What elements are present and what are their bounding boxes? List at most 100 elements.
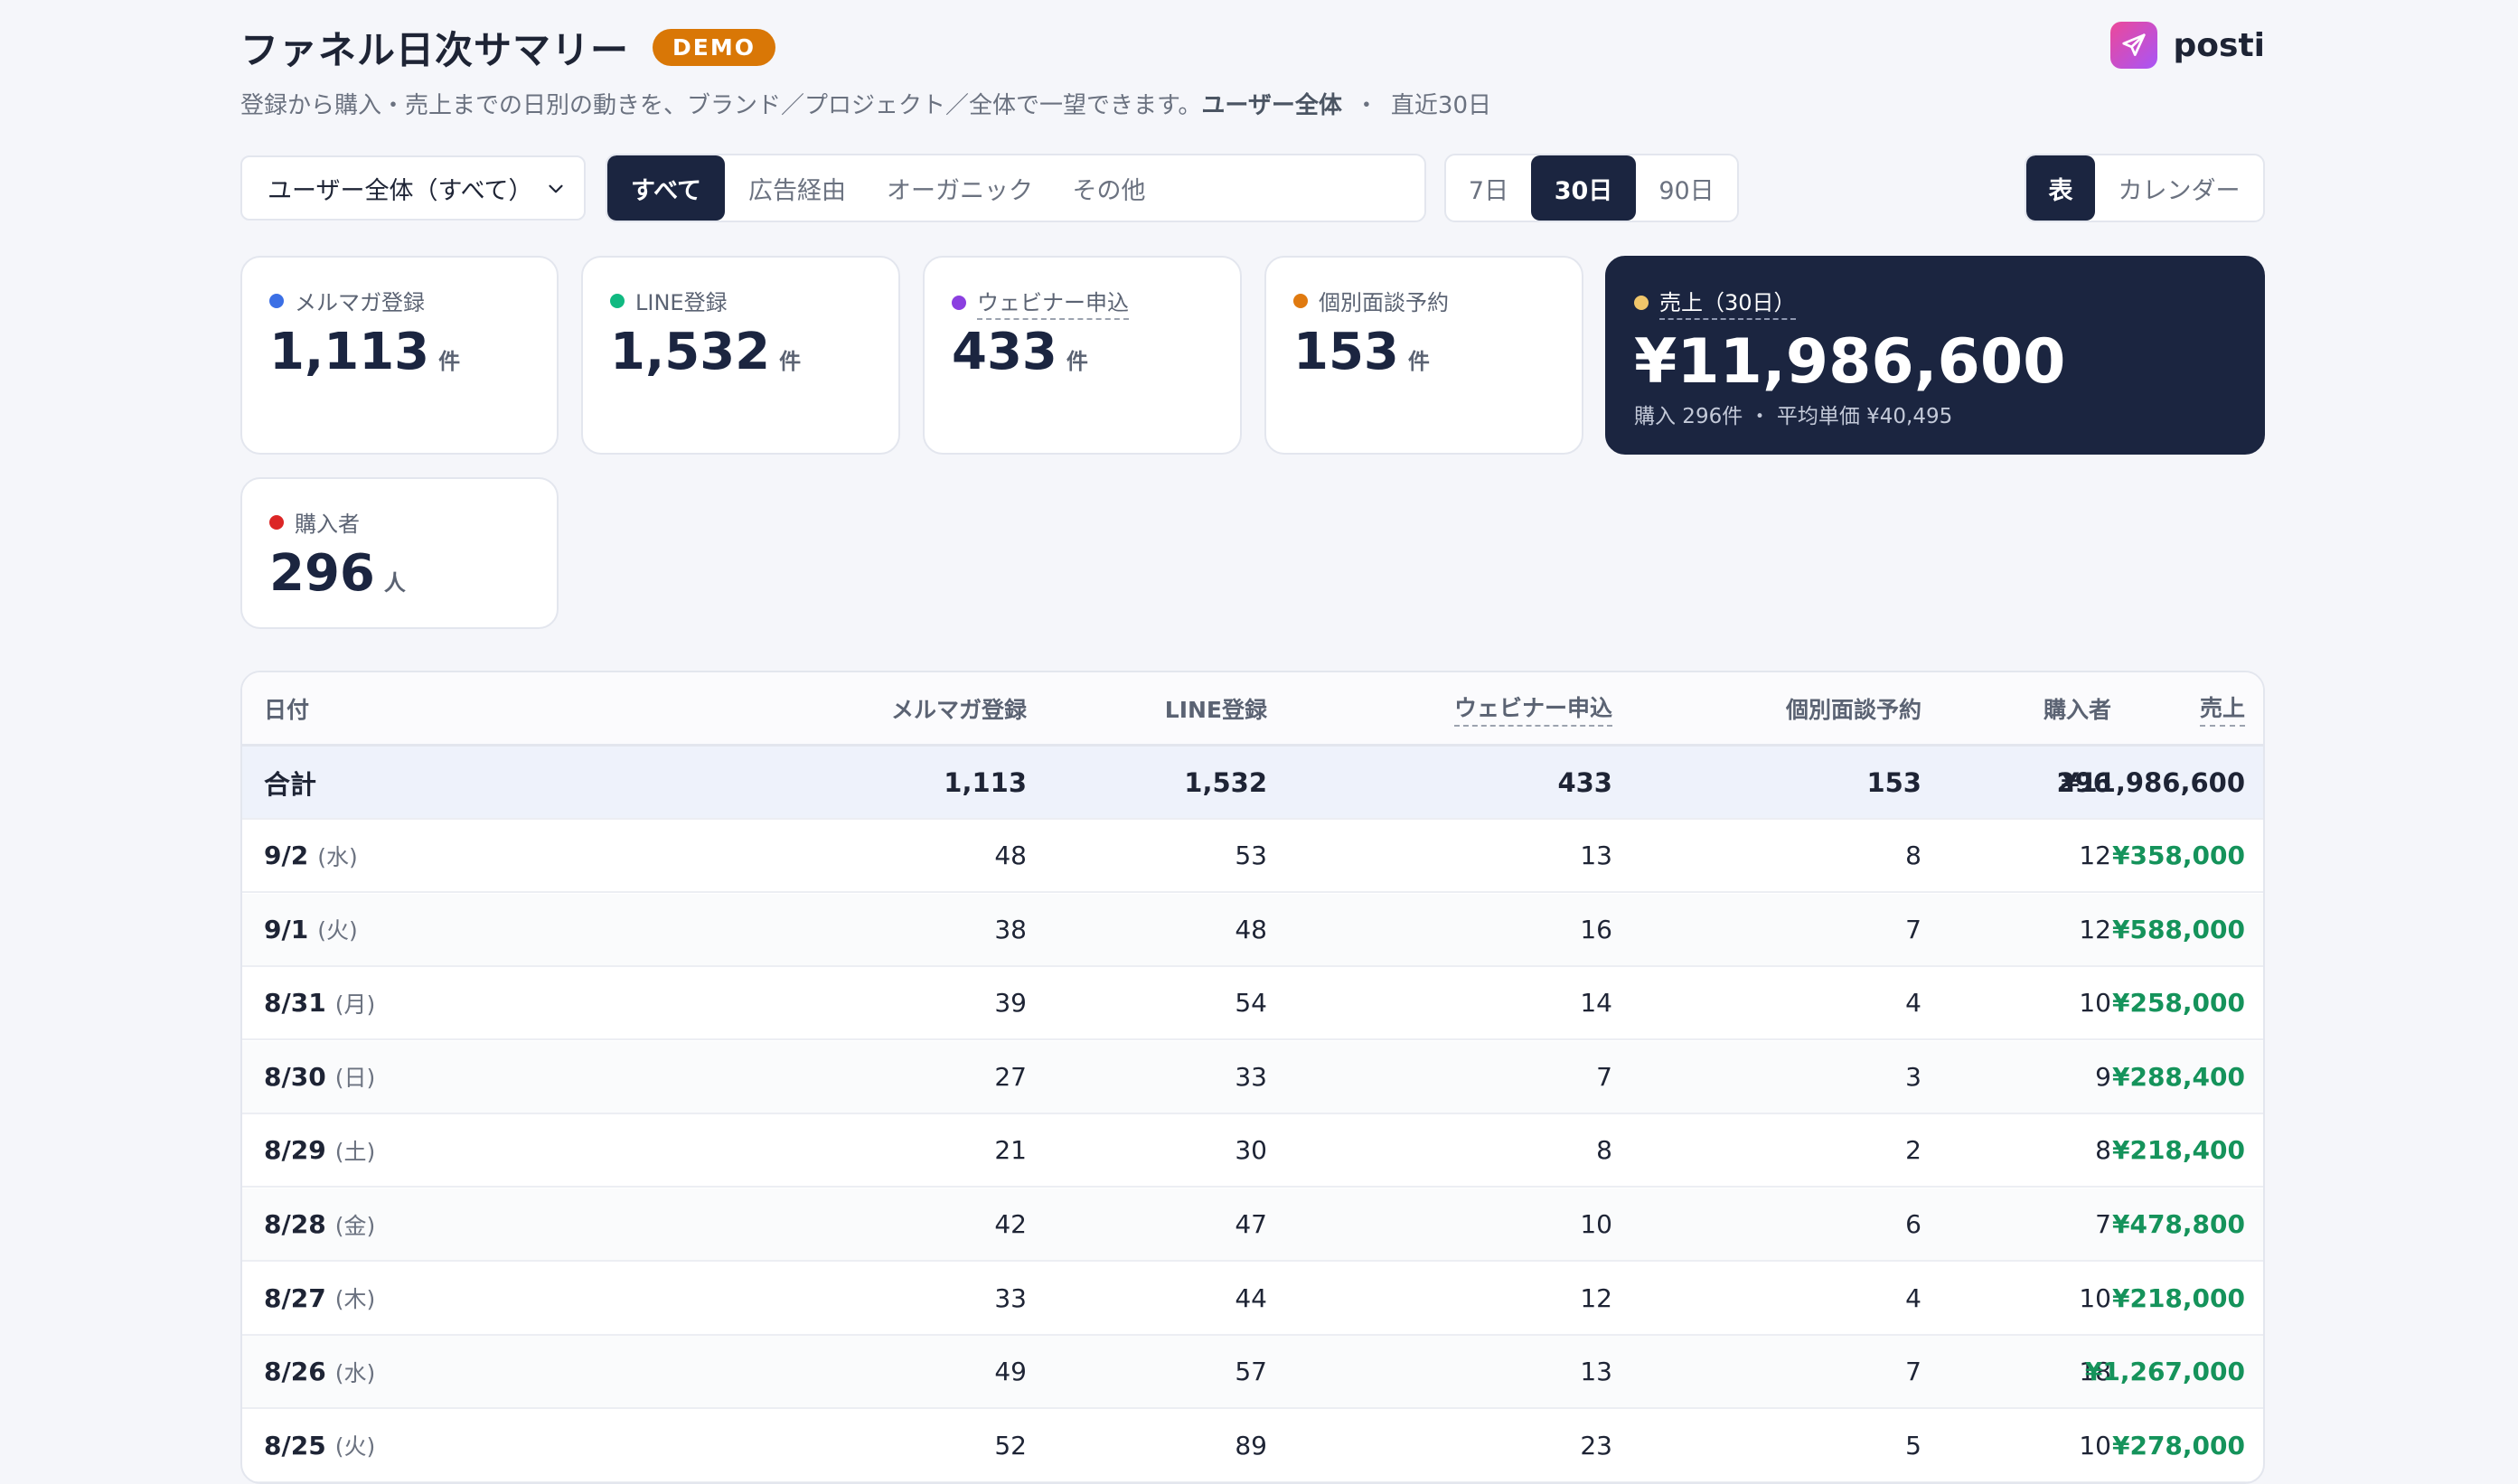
row-date-value: 8/25 [264, 1430, 326, 1461]
user-scope-select[interactable]: ユーザー全体（すべて） [240, 155, 586, 221]
row-newsletter: 27 [994, 1061, 1027, 1092]
row-date-value: 8/30 [264, 1061, 326, 1092]
kpi-value: 1,113 件 [269, 323, 460, 381]
row-webinar: 13 [1580, 841, 1612, 870]
kpi-unit: 件 [1407, 349, 1430, 374]
brand[interactable]: posti [2109, 20, 2265, 70]
row-newsletter: 49 [994, 1357, 1027, 1387]
row-newsletter: 48 [994, 841, 1027, 870]
row-sales: ¥258,000 [2111, 988, 2245, 1019]
row-newsletter: 52 [994, 1430, 1027, 1461]
column-header-sales-text: 売上 [2199, 690, 2245, 727]
row-weekday: (水) [317, 843, 358, 870]
kpi-label-text[interactable]: ウェビナー申込 [977, 285, 1129, 320]
row-webinar: 10 [1580, 1209, 1612, 1239]
row-date: 8/26 (水) [264, 1336, 375, 1407]
row-line: 30 [1235, 1135, 1267, 1166]
view-option-table[interactable]: 表 [2026, 155, 2095, 221]
column-header-line[interactable]: LINE登録 [1165, 672, 1267, 744]
source-option-all[interactable]: すべて [607, 155, 725, 221]
source-filter: すべて 広告経由 オーガニック その他 [606, 154, 1426, 222]
column-header-webinar[interactable]: ウェビナー申込 [1453, 672, 1612, 744]
row-weekday: (火) [317, 917, 358, 944]
row-date-value: 8/27 [264, 1282, 326, 1313]
table-row: 8/25 (火) 52 89 23 5 10 ¥278,000 [242, 1410, 2263, 1482]
source-option-ads[interactable]: 広告経由 [725, 155, 869, 221]
range-option-90d[interactable]: 90日 [1636, 155, 1737, 221]
row-line: 53 [1235, 841, 1267, 870]
kpi-card-buyers: 購入者 296 人 [240, 477, 559, 629]
range-filter: 7日 30日 90日 [1444, 154, 1739, 222]
kpi-label-text[interactable]: 売上（30日） [1659, 285, 1796, 320]
total-sales: ¥11,986,600 [2061, 766, 2245, 798]
blue-dot-icon [269, 293, 284, 308]
row-newsletter: 38 [994, 914, 1027, 944]
table-row: 8/28 (金) 42 47 10 6 7 ¥478,800 [242, 1188, 2263, 1262]
row-consult: 2 [1905, 1135, 1921, 1166]
kpi-unit: 件 [1066, 349, 1088, 374]
green-dot-icon [610, 293, 625, 308]
column-header-buyers[interactable]: 購入者 [2044, 672, 2111, 744]
row-newsletter: 21 [994, 1135, 1027, 1166]
row-date: 8/28 (金) [264, 1188, 375, 1260]
kpi-label-text: LINE登録 [635, 290, 728, 315]
row-newsletter: 42 [994, 1209, 1027, 1239]
kpi-unit: 件 [438, 349, 461, 374]
row-newsletter: 33 [994, 1282, 1027, 1313]
column-header-sales[interactable]: 売上 [2199, 672, 2245, 744]
row-date-value: 9/2 [264, 841, 309, 870]
range-option-30d[interactable]: 30日 [1531, 155, 1636, 221]
daily-summary-table: 日付 メルマガ登録 LINE登録 ウェビナー申込 個別面談予約 購入者 売上 合… [240, 671, 2265, 1484]
kpi-label: ウェビナー申込 [952, 285, 1129, 320]
row-weekday: (土) [334, 1138, 376, 1165]
row-buyers: 12 [2079, 914, 2111, 944]
row-newsletter: 39 [994, 988, 1027, 1019]
source-option-other[interactable]: その他 [1050, 155, 1168, 221]
row-webinar: 14 [1580, 988, 1612, 1019]
view-option-calendar[interactable]: カレンダー [2095, 155, 2263, 221]
page-subtitle: 登録から購入・売上までの日別の動きを、ブランド／プロジェクト／全体で一望できます… [240, 87, 1491, 120]
row-sales: ¥288,400 [2111, 1061, 2245, 1092]
kpi-unit: 人 [383, 570, 406, 596]
kpi-card-sales: 売上（30日） ¥11,986,600 購入 296件 ・ 平均単価 ¥40,4… [1605, 256, 2265, 455]
subtitle-text: 登録から購入・売上までの日別の動きを、ブランド／プロジェクト／全体で一望できます… [240, 92, 1202, 119]
table-row: 9/2 (水) 48 53 13 8 12 ¥358,000 [242, 820, 2263, 893]
total-consult: 153 [1866, 766, 1921, 798]
range-option-7d[interactable]: 7日 [1446, 155, 1531, 221]
column-header-consult[interactable]: 個別面談予約 [1786, 672, 1921, 744]
kpi-card-line: LINE登録 1,532 件 [581, 256, 900, 455]
total-webinar: 433 [1557, 766, 1612, 798]
row-line: 54 [1235, 988, 1267, 1019]
row-weekday: (水) [334, 1359, 376, 1386]
row-date: 8/30 (日) [264, 1041, 375, 1113]
kpi-label: メルマガ登録 [269, 285, 425, 316]
row-date: 8/27 (木) [264, 1263, 375, 1334]
row-buyers: 7 [2095, 1209, 2111, 1239]
table-row: 9/1 (火) 38 48 16 7 12 ¥588,000 [242, 893, 2263, 967]
subtitle-period: 直近30日 [1390, 92, 1491, 119]
red-dot-icon [269, 514, 284, 530]
column-header-newsletter[interactable]: メルマガ登録 [891, 672, 1027, 744]
chevron-down-icon [544, 177, 568, 207]
row-webinar: 8 [1596, 1135, 1612, 1166]
kpi-number: 296 [269, 544, 375, 603]
row-sales: ¥588,000 [2111, 914, 2245, 944]
row-buyers: 8 [2095, 1135, 2111, 1166]
kpi-sales-detail: 購入 296件 ・ 平均単価 ¥40,495 [1634, 405, 1953, 428]
title-row: ファネル日次サマリー DEMO [240, 20, 775, 74]
table-row: 8/30 (日) 27 33 7 3 9 ¥288,400 [242, 1040, 2263, 1114]
row-date: 9/1 (火) [264, 894, 358, 965]
row-line: 44 [1235, 1282, 1267, 1313]
row-weekday: (金) [334, 1212, 376, 1239]
kpi-value: 1,532 件 [610, 323, 801, 381]
row-weekday: (月) [334, 991, 376, 1018]
kpi-number: 153 [1293, 323, 1399, 381]
kpi-value: 296 人 [269, 544, 406, 603]
kpi-number: 433 [952, 323, 1057, 381]
column-header-date[interactable]: 日付 [264, 672, 309, 744]
kpi-label-text: 購入者 [295, 512, 360, 537]
source-option-organic[interactable]: オーガニック [869, 155, 1050, 221]
kpi-card-webinar: ウェビナー申込 433 件 [923, 256, 1242, 455]
row-consult: 7 [1905, 914, 1921, 944]
row-sales: ¥278,000 [2111, 1430, 2245, 1461]
